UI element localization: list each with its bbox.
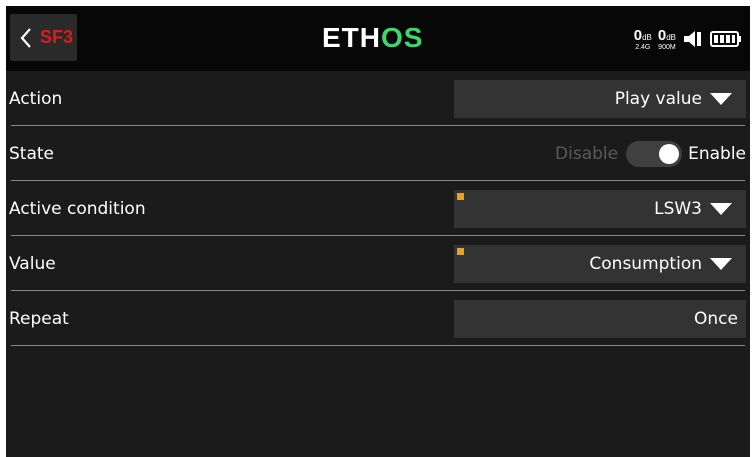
dropdown-arrow-icon: [710, 203, 732, 215]
toggle-knob: [659, 144, 680, 164]
divider: [11, 180, 745, 181]
back-button[interactable]: SF3: [10, 14, 77, 61]
value-dropdown[interactable]: Consumption: [454, 245, 746, 283]
volume-icon: [684, 31, 701, 47]
action-dropdown[interactable]: Play value: [454, 80, 746, 118]
row-active-condition: Active condition LSW3: [6, 182, 750, 236]
row-action: Action Play value: [6, 72, 750, 126]
band-24g-label: 2.4G: [635, 43, 651, 51]
rssi-900m: 0dB 900M: [658, 28, 676, 51]
repeat-field[interactable]: Once: [454, 300, 746, 338]
rssi-24g-unit: dB: [642, 32, 652, 42]
logo-os: OS: [381, 22, 424, 53]
chevron-left-icon: [20, 27, 31, 48]
divider: [11, 125, 745, 126]
value-label: Value: [9, 254, 56, 274]
divider: [11, 345, 745, 346]
row-value: Value Consumption: [6, 237, 750, 291]
rssi-900m-unit: dB: [666, 32, 676, 42]
ethos-logo: ETH OS: [322, 22, 424, 53]
divider: [11, 290, 745, 291]
repeat-label: Repeat: [9, 309, 69, 329]
header-bar: SF3 ETH OS 0dB 2.4G 0dB 900M: [6, 6, 750, 71]
row-state: State Disable Enable: [6, 127, 750, 181]
row-repeat: Repeat Once: [6, 292, 750, 346]
screen-title: SF3: [40, 27, 74, 47]
state-toggle-group[interactable]: Disable Enable: [555, 135, 746, 173]
rssi-900m-value: 0: [657, 26, 667, 44]
dropdown-arrow-icon: [710, 258, 732, 270]
action-value: Play value: [614, 89, 702, 109]
rssi-24g-value: 0: [633, 26, 643, 44]
band-900m-label: 900M: [658, 43, 676, 51]
state-toggle[interactable]: [626, 141, 683, 167]
source-marker: [457, 248, 464, 255]
action-label: Action: [9, 89, 63, 109]
active-condition-label: Active condition: [9, 199, 146, 219]
value-value: Consumption: [589, 254, 702, 274]
source-marker: [457, 193, 464, 200]
screen: SF3 ETH OS 0dB 2.4G 0dB 900M Action Play…: [6, 6, 750, 457]
repeat-value: Once: [694, 309, 738, 329]
logo-eth: ETH: [322, 22, 381, 53]
rssi-24g: 0dB 2.4G: [634, 28, 652, 51]
divider: [11, 235, 745, 236]
toggle-enable-label: Enable: [688, 144, 746, 164]
active-condition-value: LSW3: [654, 199, 702, 219]
toggle-disable-label: Disable: [555, 144, 619, 164]
dropdown-arrow-icon: [710, 93, 732, 105]
battery-icon: [710, 31, 741, 47]
active-condition-dropdown[interactable]: LSW3: [454, 190, 746, 228]
state-label: State: [9, 144, 54, 164]
status-area: 0dB 2.4G 0dB 900M: [634, 24, 742, 54]
